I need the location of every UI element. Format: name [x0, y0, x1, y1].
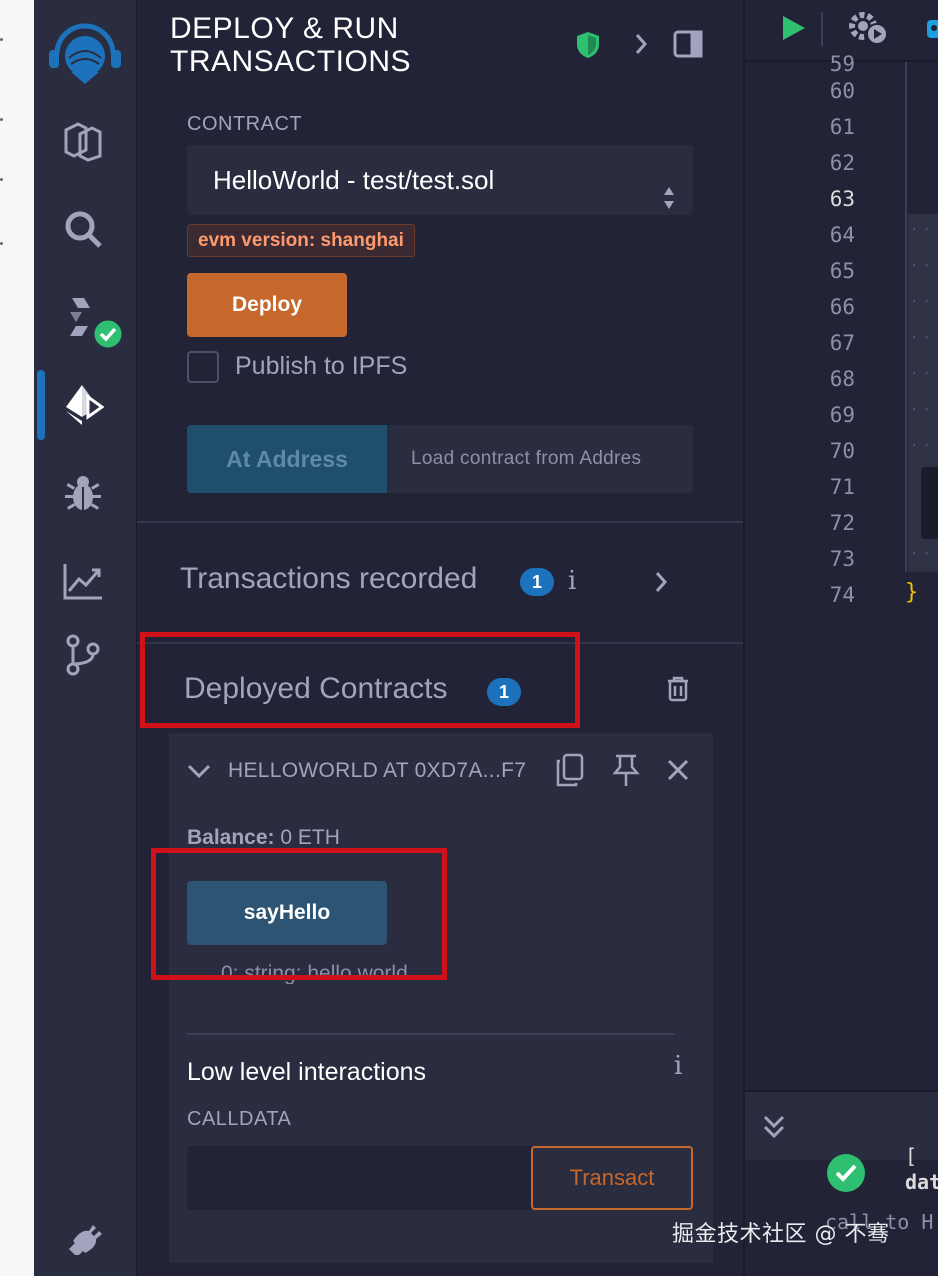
panel-title-line2: TRANSACTIONS	[170, 45, 412, 78]
analytics-icon[interactable]	[60, 558, 106, 604]
indent-guide	[905, 62, 907, 572]
strip-dot	[0, 118, 3, 121]
toolbar-separator	[821, 12, 823, 46]
watermark: 掘金技术社区 @ 不骞	[672, 1222, 890, 1247]
trash-icon[interactable]	[667, 676, 689, 707]
line-number: 73	[829, 547, 855, 571]
publish-ipfs-label: Publish to IPFS	[235, 352, 408, 380]
line-number: 68	[829, 367, 855, 391]
instance-divider	[187, 1033, 675, 1035]
deployed-contract-instance: HELLOWORLD AT 0XD7A...F7 Balance: 0 ETH …	[169, 733, 713, 1263]
line-number: 59	[829, 52, 855, 76]
editor-area: 59 60 61 62 63 64 65 66 67 68 69 70 71 7…	[743, 0, 938, 1276]
chevron-down-icon[interactable]	[187, 763, 211, 784]
line-number: 69	[829, 403, 855, 427]
at-address-button[interactable]: At Address	[187, 425, 387, 493]
double-chevron-down-icon[interactable]	[763, 1114, 785, 1145]
search-icon[interactable]	[60, 206, 106, 252]
panel-title-line1: DEPLOY & RUN	[170, 12, 399, 45]
terminal-text: dat	[905, 1170, 938, 1194]
debugger-icon[interactable]	[60, 470, 106, 516]
settings-run-icon[interactable]	[847, 10, 891, 51]
strip-dot	[0, 38, 3, 41]
deploy-run-icon[interactable]	[60, 382, 106, 428]
deploy-run-panel: DEPLOY & RUN TRANSACTIONS CONTRACT Hello…	[137, 0, 743, 1276]
line-number: 66	[829, 295, 855, 319]
instance-title: HELLOWORLD AT 0XD7A...F7	[228, 759, 527, 782]
git-icon[interactable]	[60, 632, 106, 678]
solidity-compiler-icon[interactable]	[60, 292, 130, 352]
line-number: 72	[829, 511, 855, 535]
run-icon[interactable]	[779, 14, 807, 47]
low-level-interactions-title: Low level interactions	[187, 1058, 427, 1086]
close-icon[interactable]	[667, 759, 689, 786]
whitespace-dots: ··	[910, 546, 935, 562]
balance: Balance: 0 ETH	[187, 826, 340, 850]
load-contract-address-input[interactable]: Load contract from Addres	[387, 425, 693, 493]
file-explorer-icon[interactable]	[60, 118, 106, 164]
whitespace-dots: ··	[910, 438, 935, 454]
code-area[interactable]: 59 60 61 62 63 64 65 66 67 68 69 70 71 7…	[745, 52, 938, 1090]
shield-icon[interactable]	[575, 30, 601, 65]
line-number: 71	[829, 475, 855, 499]
closing-brace: }	[905, 580, 919, 605]
chevron-right-icon[interactable]	[654, 570, 668, 599]
whitespace-dots: ··	[910, 294, 935, 310]
line-number: 60	[829, 79, 855, 103]
robot-icon[interactable]	[923, 14, 938, 44]
whitespace-dots: ··	[910, 258, 935, 274]
terminal-text: [	[905, 1144, 918, 1168]
highlight-box-deployed	[140, 632, 580, 728]
check-circle-icon	[825, 1152, 867, 1199]
balance-value: 0 ETH	[280, 826, 340, 849]
pin-icon[interactable]	[612, 753, 640, 792]
balance-label: Balance:	[187, 826, 275, 849]
remix-logo-icon[interactable]	[40, 18, 130, 88]
line-number: 70	[829, 439, 855, 463]
info-icon[interactable]: i	[674, 1051, 682, 1081]
chevron-right-icon[interactable]	[634, 32, 648, 61]
highlight-box-sayhello	[151, 848, 447, 980]
left-edge-strip	[0, 0, 34, 1276]
line-number: 67	[829, 331, 855, 355]
line-number: 64	[829, 223, 855, 247]
line-number-current: 63	[829, 187, 855, 211]
contract-select-value: HelloWorld - test/test.sol	[213, 165, 495, 195]
evm-version-badge: evm version: shanghai	[187, 224, 415, 257]
transactions-count-badge: 1	[520, 568, 554, 596]
info-icon[interactable]: i	[568, 566, 576, 596]
panel-toggle-icon[interactable]	[673, 30, 703, 63]
whitespace-dots: ··	[910, 366, 935, 382]
strip-dot	[0, 178, 3, 181]
code-widget	[921, 467, 938, 539]
whitespace-dots: ··	[910, 222, 935, 238]
publish-ipfs-checkbox[interactable]	[187, 351, 219, 383]
transactions-recorded-title[interactable]: Transactions recorded	[180, 562, 477, 596]
section-divider	[137, 521, 743, 523]
active-plugin-indicator	[37, 370, 45, 440]
whitespace-dots: ··	[910, 402, 935, 418]
calldata-label: CALLDATA	[187, 1108, 292, 1130]
line-number: 65	[829, 259, 855, 283]
whitespace-dots: ··	[910, 330, 935, 346]
contract-select[interactable]: HelloWorld - test/test.sol	[187, 145, 693, 215]
dropdown-arrows-icon	[663, 167, 675, 209]
contract-label: CONTRACT	[187, 113, 303, 135]
copy-icon[interactable]	[555, 753, 585, 792]
line-number: 62	[829, 151, 855, 175]
transact-button[interactable]: Transact	[531, 1146, 693, 1210]
panel-title: DEPLOY & RUN TRANSACTIONS	[170, 12, 490, 78]
line-number: 61	[829, 115, 855, 139]
calldata-input[interactable]	[187, 1146, 531, 1210]
deploy-button[interactable]: Deploy	[187, 273, 347, 337]
plugin-icon[interactable]	[60, 1212, 106, 1258]
line-number: 74	[829, 583, 855, 607]
icon-panel	[34, 0, 137, 1276]
strip-dot	[0, 242, 3, 245]
